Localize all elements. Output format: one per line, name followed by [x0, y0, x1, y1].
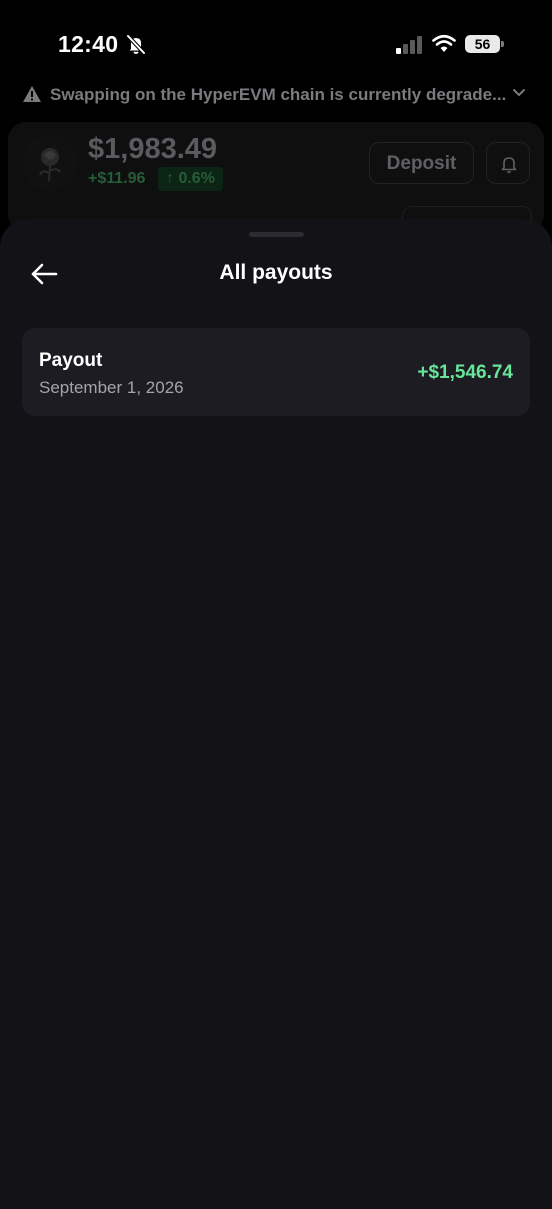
wifi-icon — [432, 34, 456, 52]
status-time: 12:40 — [58, 31, 119, 57]
payout-date: September 1, 2026 — [39, 378, 184, 397]
battery-tip — [501, 41, 504, 47]
notifications-button[interactable] — [486, 142, 530, 184]
battery-indicator: 56 — [465, 35, 500, 53]
status-bar: 12:40 56 — [0, 0, 552, 80]
payout-label: Payout — [39, 350, 103, 371]
chevron-down-icon[interactable] — [512, 88, 526, 98]
warning-banner[interactable]: Swapping on the HyperEVM chain is curren… — [22, 82, 532, 110]
balance-change-amount: +$11.96 — [88, 170, 146, 187]
payout-list-item[interactable]: Payout September 1, 2026 +$1,546.74 — [22, 328, 530, 416]
payout-amount: +$1,546.74 — [417, 362, 513, 383]
rose-avatar-icon — [22, 135, 78, 191]
bell-slash-icon — [126, 34, 146, 55]
page-title: All payouts — [219, 261, 333, 284]
sheet-grabber[interactable] — [249, 232, 304, 237]
bell-icon — [501, 157, 517, 174]
account-balance: $1,983.49 — [88, 133, 218, 165]
balance-change-percent: ↑ 0.6% — [158, 167, 223, 191]
warning-text: Swapping on the HyperEVM chain is curren… — [50, 85, 507, 104]
payouts-sheet: All payouts Payout September 1, 2026 +$1… — [0, 219, 552, 1209]
avatar[interactable] — [22, 135, 78, 191]
deposit-button[interactable]: Deposit — [369, 142, 474, 184]
cellular-signal-icon — [396, 36, 422, 54]
warning-icon — [23, 86, 41, 102]
